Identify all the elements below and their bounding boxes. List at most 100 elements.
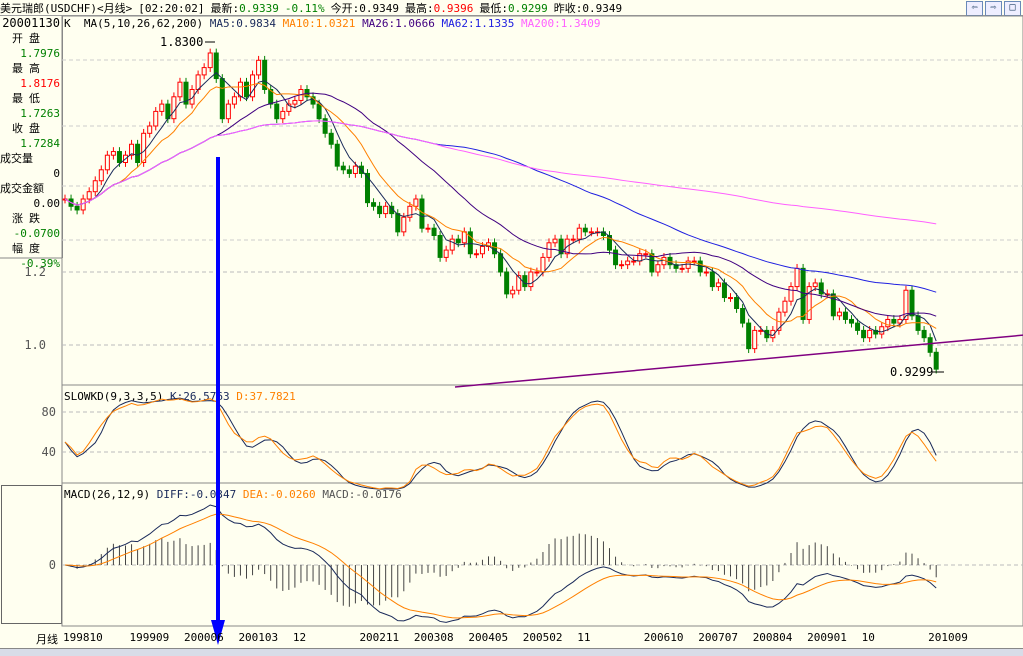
candle: [510, 289, 516, 295]
candle: [171, 96, 177, 120]
candle: [715, 282, 721, 288]
candle: [643, 253, 649, 256]
candle: [437, 235, 443, 258]
candle: [455, 238, 461, 244]
candle: [207, 52, 213, 69]
candle: [346, 169, 352, 174]
candle: [328, 132, 334, 145]
candle: [849, 318, 854, 324]
x-axis: 月线 199810 199909 200006 200103 12 200211 200308…: [0, 628, 1023, 646]
candle: [74, 205, 80, 211]
candle: [788, 286, 794, 302]
x-axis-label: 月线: [36, 633, 58, 646]
candle: [740, 308, 746, 324]
candle: [909, 289, 915, 317]
candle: [340, 165, 346, 171]
candle: [219, 78, 225, 120]
candle: [231, 96, 237, 105]
y-tick-label: 40: [42, 445, 56, 459]
candle: [782, 300, 788, 313]
candle: [546, 242, 552, 258]
x-tick-label: 200502: [522, 631, 563, 644]
x-tick-label: 199909: [129, 631, 170, 644]
candle: [836, 311, 842, 317]
candle: [570, 238, 576, 241]
candle: [98, 169, 104, 182]
chart-canvas: 1.2 1.0 1.8300 0.9299 80 40 0: [0, 15, 1023, 645]
x-tick-label: 200804: [752, 631, 793, 644]
candle: [80, 198, 86, 211]
candle: [280, 110, 286, 120]
y-tick-label: 0: [49, 558, 56, 572]
candle: [116, 151, 122, 164]
x-tick-label: 12: [292, 631, 307, 644]
candle: [177, 81, 183, 98]
candle: [830, 293, 836, 317]
candle: [195, 74, 201, 91]
candle: [709, 271, 715, 288]
min-label: 0.9299: [890, 365, 933, 379]
x-tick-label: 201009: [928, 631, 968, 644]
x-tick-label: 200006: [184, 631, 224, 644]
max-label: 1.8300: [160, 35, 203, 49]
candle: [225, 103, 231, 120]
candle: [473, 253, 479, 256]
candle: [256, 59, 262, 76]
candle: [395, 213, 401, 233]
x-tick-label: 200405: [468, 631, 509, 644]
x-tick-label: 200211: [359, 631, 400, 644]
candle: [498, 253, 504, 273]
x-tick-label: 200901: [807, 631, 847, 644]
candle: [86, 191, 92, 200]
x-tick-label: 200610: [643, 631, 684, 644]
candle: [153, 110, 159, 127]
candle: [758, 329, 764, 332]
candle: [201, 67, 207, 76]
candle: [334, 143, 340, 167]
candle: [728, 297, 733, 300]
candle: [631, 260, 637, 263]
x-tick-label: 200308: [413, 631, 454, 644]
candle: [691, 260, 697, 263]
x-tick-label: 11: [577, 631, 591, 644]
candle: [613, 249, 619, 266]
candle: [703, 271, 709, 274]
candle: [752, 329, 758, 350]
candle: [933, 351, 939, 370]
candle: [528, 271, 534, 288]
candle: [812, 282, 818, 288]
candle: [576, 227, 582, 240]
candle: [244, 81, 249, 98]
candle: [492, 242, 498, 255]
candle: [891, 318, 897, 324]
macd-dea-line: [64, 513, 937, 619]
candle: [734, 297, 740, 309]
candle: [377, 205, 383, 215]
candle: [800, 267, 806, 320]
candle: [818, 282, 824, 295]
candle: [371, 202, 377, 207]
y-tick-label: 1.2: [24, 265, 46, 279]
candle: [842, 311, 848, 320]
candle: [401, 216, 407, 233]
candle: [927, 337, 933, 353]
candle: [534, 271, 540, 274]
y-tick-label: 80: [42, 405, 56, 419]
x-tick-label: 200103: [238, 631, 279, 644]
candle: [921, 329, 927, 339]
candle: [159, 103, 165, 112]
candle: [449, 238, 455, 251]
candle: [479, 245, 485, 255]
candle: [655, 264, 661, 273]
candle: [855, 322, 861, 331]
ma200-line: [64, 120, 937, 225]
candle: [552, 238, 558, 244]
candle: [879, 326, 885, 335]
candle: [540, 256, 546, 273]
x-tick-label: 200707: [698, 631, 738, 644]
candle: [885, 318, 891, 328]
candle: [292, 99, 298, 105]
candle: [522, 275, 528, 288]
candle: [413, 198, 419, 207]
candle: [746, 322, 752, 350]
